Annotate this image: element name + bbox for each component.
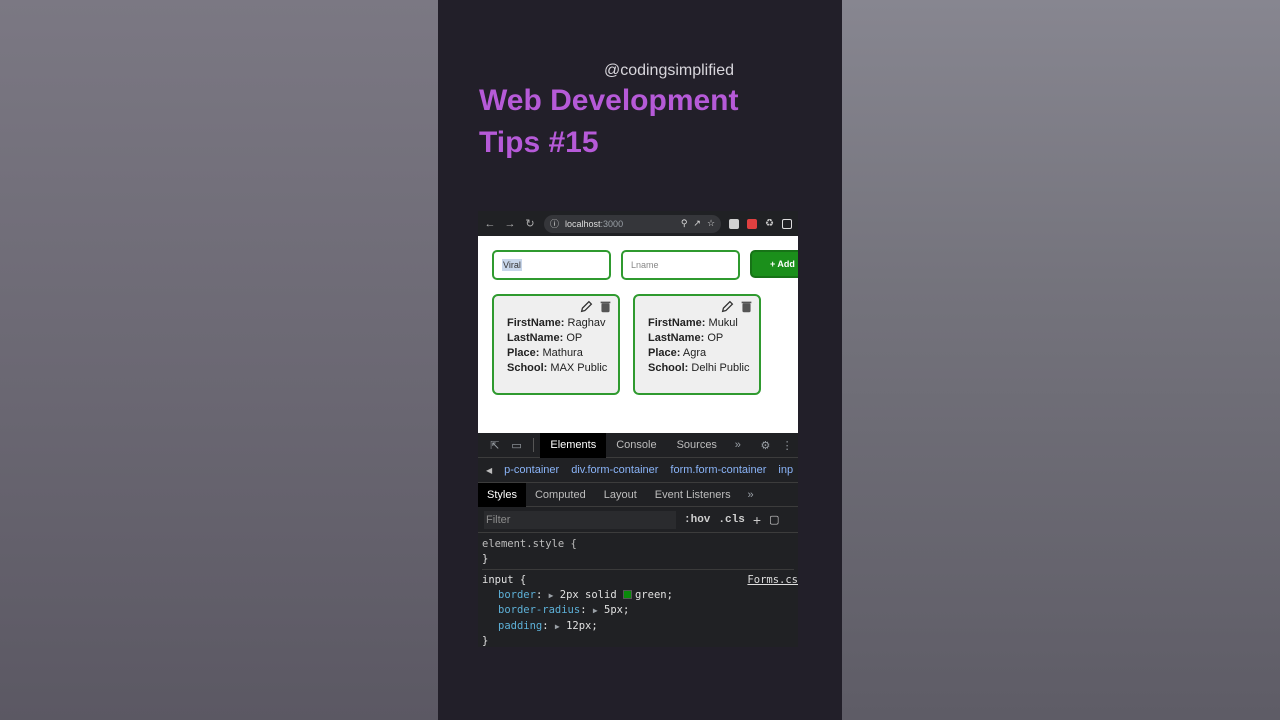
devtools-tabs: ⇱ ▭ Elements Console Sources » ⚙ ⋮ xyxy=(478,432,798,458)
student-card: FirstName: Raghav LastName: OP Place: Ma… xyxy=(492,294,620,395)
left-background xyxy=(0,0,438,720)
styles-subtabs: Styles Computed Layout Event Listeners » xyxy=(478,482,798,507)
recorder-extension-icon[interactable] xyxy=(747,218,758,229)
card-place-row: Place: Mathura xyxy=(507,347,583,359)
crumb-item[interactable]: inp xyxy=(778,464,793,476)
right-background xyxy=(842,0,1280,720)
sidepanel-icon[interactable] xyxy=(782,218,792,229)
browser-window: ← → ↻ ⓘ localhost:3000 ⚲ ↗ ☆ ♻ Viral Lna… xyxy=(478,211,798,647)
cls-toggle[interactable]: .cls xyxy=(718,514,744,526)
fname-value: Viral xyxy=(502,259,522,271)
channel-handle: @codingsimplified xyxy=(603,62,735,79)
title-line-1: Web Development xyxy=(479,84,739,117)
forward-icon[interactable]: → xyxy=(504,218,516,230)
tab-console[interactable]: Console xyxy=(606,433,666,458)
styles-filter-input[interactable]: Filter xyxy=(484,510,676,529)
trash-icon[interactable] xyxy=(599,300,612,313)
fname-input[interactable]: Viral xyxy=(492,250,611,280)
card-school-row: School: Delhi Public xyxy=(648,362,750,374)
card-firstname-row: FirstName: Raghav xyxy=(507,317,606,329)
edit-pencil-icon[interactable] xyxy=(580,300,593,313)
styles-pane: element.style { } input { Forms.cs borde… xyxy=(478,533,798,647)
dom-breadcrumb: ◀ p-container div.form-container form.fo… xyxy=(478,458,798,483)
tab-sources[interactable]: Sources xyxy=(667,433,727,458)
input-style-rule: input { Forms.cs border: ▶ 2px solid gre… xyxy=(482,573,798,647)
back-icon[interactable]: ← xyxy=(484,218,496,230)
paint-format-icon[interactable]: ▢ xyxy=(769,513,779,526)
share-icon[interactable]: ↗ xyxy=(693,218,701,229)
tab-elements[interactable]: Elements xyxy=(540,432,607,458)
breadcrumb-left-arrow-icon[interactable]: ◀ xyxy=(486,466,492,475)
subtab-layout[interactable]: Layout xyxy=(595,483,646,507)
element-style-rule: element.style { } xyxy=(482,537,794,570)
url-port: :3000 xyxy=(600,218,624,229)
puzzle-icon[interactable]: ♻ xyxy=(765,218,774,229)
hov-toggle[interactable]: :hov xyxy=(684,514,710,526)
page-content: Viral Lname + Add FirstName: Raghav Last… xyxy=(478,236,798,433)
new-rule-plus-icon[interactable]: + xyxy=(753,512,761,528)
stylesheet-source-link[interactable]: Forms.cs xyxy=(747,573,798,588)
more-subtabs-icon[interactable]: » xyxy=(740,488,762,502)
title-line-2: Tips #15 xyxy=(479,126,599,159)
styles-filter-row: Filter :hov .cls + ▢ xyxy=(478,507,798,533)
card-school-row: School: MAX Public xyxy=(507,362,608,374)
device-toolbar-icon[interactable]: ▭ xyxy=(506,438,528,452)
browser-toolbar: ← → ↻ ⓘ localhost:3000 ⚲ ↗ ☆ ♻ xyxy=(478,211,798,236)
subtab-styles[interactable]: Styles xyxy=(478,482,526,507)
rule-close: } xyxy=(482,552,489,565)
edit-pencil-icon[interactable] xyxy=(721,300,734,313)
crumb-item[interactable]: p-container xyxy=(504,464,559,476)
crumb-item[interactable]: form.form-container xyxy=(670,464,766,476)
lname-input[interactable]: Lname xyxy=(621,250,740,280)
card-firstname-row: FirstName: Mukul xyxy=(648,317,738,329)
devtools-panel: ⇱ ▭ Elements Console Sources » ⚙ ⋮ ◀ p-c… xyxy=(478,432,798,647)
reload-icon[interactable]: ↻ xyxy=(524,217,536,230)
subtab-computed[interactable]: Computed xyxy=(526,483,595,507)
color-swatch[interactable] xyxy=(622,590,632,599)
kebab-menu-icon[interactable]: ⋮ xyxy=(776,438,798,452)
css-declaration[interactable]: border: ▶ 2px solid green; xyxy=(482,588,794,604)
css-declaration[interactable]: padding: ▶ 12px; xyxy=(482,619,794,635)
card-lastname-row: LastName: OP xyxy=(648,332,724,344)
trash-icon[interactable] xyxy=(740,300,753,313)
info-icon: ⓘ xyxy=(550,219,560,229)
css-declaration[interactable]: border-radius: ▶ 5px; xyxy=(482,603,794,619)
student-card: FirstName: Mukul LastName: OP Place: Agr… xyxy=(633,294,761,395)
crumb-item[interactable]: div.form-container xyxy=(571,464,658,476)
settings-gear-icon[interactable]: ⚙ xyxy=(755,438,777,452)
bookmark-star-icon[interactable]: ☆ xyxy=(707,218,715,229)
inspect-element-icon[interactable]: ⇱ xyxy=(484,438,506,452)
rule-close: } xyxy=(482,635,489,647)
zoom-icon[interactable]: ⚲ xyxy=(681,218,688,229)
video-frame: @codingsimplified Web Development Tips #… xyxy=(438,0,842,720)
card-lastname-row: LastName: OP xyxy=(507,332,583,344)
add-button[interactable]: + Add xyxy=(750,250,798,278)
more-tabs-icon[interactable]: » xyxy=(727,438,749,452)
rule-selector: element.style { xyxy=(482,538,577,550)
extension-icon[interactable] xyxy=(729,218,740,229)
card-place-row: Place: Agra xyxy=(648,347,707,359)
address-bar[interactable]: ⓘ localhost:3000 ⚲ ↗ ☆ xyxy=(544,214,722,233)
subtab-event-listeners[interactable]: Event Listeners xyxy=(646,483,740,507)
url-host: localhost xyxy=(565,218,601,229)
video-title: Web Development Tips #15 xyxy=(479,80,819,164)
